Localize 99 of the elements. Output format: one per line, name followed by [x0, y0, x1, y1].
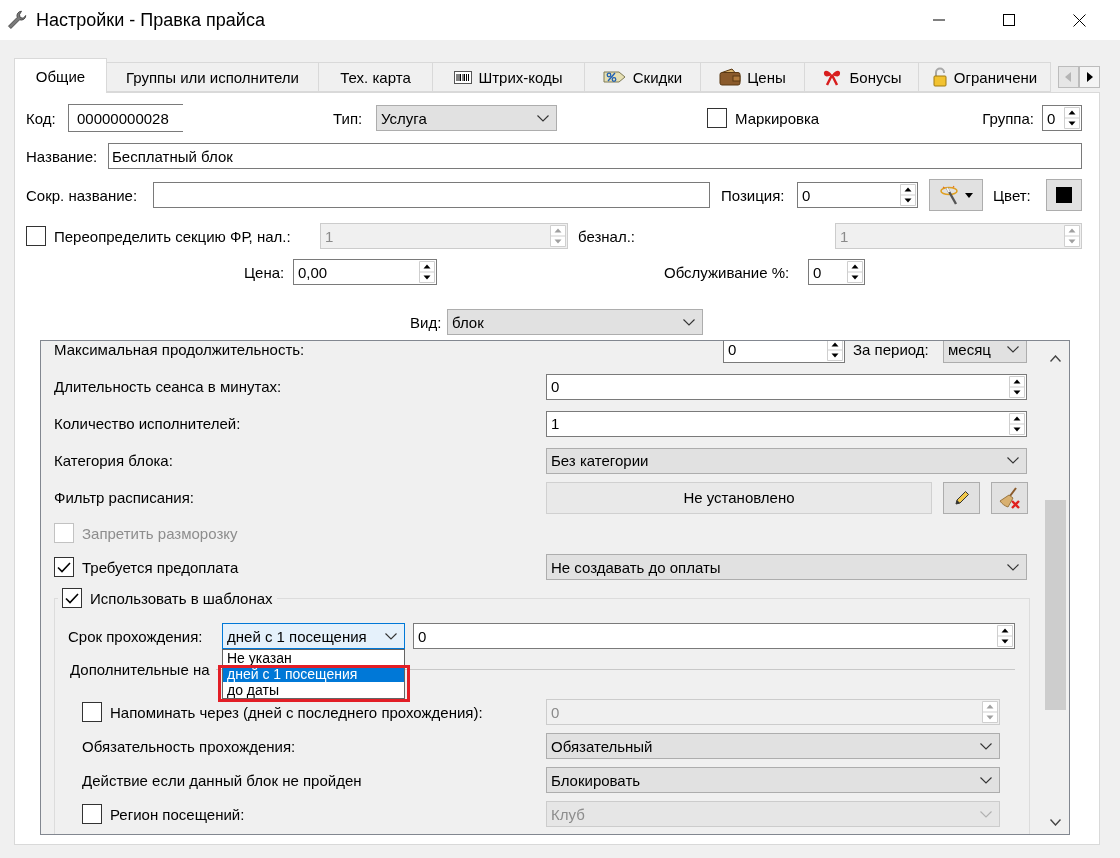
- maximize-icon[interactable]: [1003, 14, 1015, 26]
- chevron-down-icon[interactable]: [1050, 818, 1061, 826]
- tab[interactable]: Штрих-коды: [432, 62, 585, 92]
- chevron-down-icon: [1007, 563, 1019, 571]
- spin-arrows-icon[interactable]: [997, 625, 1013, 647]
- dropdown[interactable]: Услуга: [376, 105, 557, 131]
- broom-cross-icon: [998, 486, 1021, 509]
- dropdown[interactable]: дней с 1 посещения: [222, 623, 405, 649]
- checkbox[interactable]: [54, 557, 74, 577]
- chevron-down-icon: [980, 810, 992, 818]
- padlock-icon: [931, 67, 948, 87]
- dropdown[interactable]: Обязательный: [546, 733, 1000, 759]
- close-icon[interactable]: [1073, 13, 1086, 27]
- dropdown[interactable]: Блокировать: [546, 767, 1000, 793]
- text-field[interactable]: 00000000028: [68, 104, 183, 132]
- chevron-down-icon: [1007, 457, 1019, 464]
- edit-button[interactable]: [943, 481, 980, 514]
- wrench-icon: [7, 10, 27, 30]
- chevron-down-icon: [980, 742, 992, 750]
- tab[interactable]: Бонусы: [804, 62, 919, 92]
- chevron-down-icon: [385, 632, 397, 640]
- scrollbar-thumb[interactable]: [1045, 500, 1066, 710]
- spin-field[interactable]: 0: [1042, 105, 1082, 131]
- color-button[interactable]: [1046, 179, 1082, 211]
- wallet-icon: [719, 68, 742, 86]
- spin-field[interactable]: 0: [546, 373, 1027, 400]
- filter-field[interactable]: Не установлено: [546, 481, 932, 514]
- checkbox-label: Переопределить секцию ФР, нал.:: [54, 227, 292, 245]
- pencil-icon: [952, 488, 971, 507]
- field-label: За период:: [853, 341, 930, 358]
- wand-menu-button[interactable]: [929, 179, 983, 211]
- chevron-down-icon: [683, 318, 695, 326]
- checkbox-label: Маркировка: [735, 109, 820, 127]
- barcode-icon: [454, 70, 473, 84]
- field-label: Группа:: [982, 109, 1034, 127]
- checkbox-label: Использовать в шаблонах: [90, 589, 273, 607]
- section-title: Дополнительные на: [70, 660, 210, 678]
- checkbox-label: Напоминать через (дней с последнего прохождения):: [110, 703, 483, 721]
- field-label: Длительность сеанса в минутах:: [54, 378, 283, 395]
- spin-field[interactable]: 0: [808, 259, 865, 285]
- tab[interactable]: Тех. карта: [318, 62, 433, 92]
- chevron-down-icon: [980, 776, 992, 784]
- field-label: безнал.:: [578, 227, 637, 245]
- field-label: Код:: [26, 109, 57, 127]
- checkmark-icon: [65, 592, 79, 604]
- dropdown[interactable]: блок: [447, 309, 703, 335]
- spin-field[interactable]: 1: [546, 410, 1027, 437]
- field-label: Позиция:: [721, 186, 786, 204]
- tab[interactable]: Группы или исполнители: [106, 62, 319, 92]
- field-label: Сокр. название:: [26, 186, 139, 204]
- field-label: Максимальная продолжительность:: [54, 341, 306, 358]
- clear-button[interactable]: [991, 481, 1028, 514]
- field-label: Вид:: [410, 313, 443, 331]
- field-label: Обязательность прохождения:: [82, 737, 296, 755]
- chevron-down-icon: [1007, 346, 1019, 353]
- tab[interactable]: Общие: [14, 58, 107, 93]
- checkbox-label: Требуется предоплата: [82, 558, 239, 576]
- field-label: Срок прохождения:: [68, 627, 204, 645]
- field-label: Название:: [26, 147, 99, 165]
- checkbox[interactable]: [707, 108, 727, 128]
- spin-arrows-icon[interactable]: [1064, 107, 1080, 129]
- text-field[interactable]: [153, 182, 710, 208]
- triangle-right-icon[interactable]: [1079, 66, 1100, 88]
- field-label: Цена:: [244, 263, 286, 281]
- chevron-up-icon[interactable]: [1050, 354, 1061, 362]
- field-label: Категория блока:: [54, 452, 174, 469]
- checkbox[interactable]: [62, 588, 82, 608]
- text-field[interactable]: Бесплатный блок: [108, 143, 1082, 169]
- spin-field[interactable]: 0: [797, 182, 918, 208]
- spin-field[interactable]: 0: [723, 341, 845, 363]
- tab[interactable]: Ограничени: [918, 62, 1051, 92]
- field-label: Тип:: [333, 109, 364, 127]
- checkmark-icon: [57, 561, 71, 573]
- tab[interactable]: Цены: [700, 62, 805, 92]
- checkbox-label: Запретить разморозку: [82, 524, 238, 542]
- spin-field[interactable]: 0: [413, 623, 1015, 649]
- spin-field[interactable]: 0,00: [293, 259, 437, 285]
- window-title: Настройки - Правка прайса: [36, 9, 265, 31]
- dropdown-option[interactable]: Не указан: [223, 650, 404, 666]
- field-label: Цвет:: [993, 186, 1032, 204]
- caret-icon: [965, 192, 973, 198]
- spin-arrows-icon[interactable]: [900, 184, 916, 206]
- spin-arrows-icon[interactable]: [827, 341, 843, 361]
- field-label: Фильтр расписания:: [54, 489, 196, 506]
- tab[interactable]: Скидки: [584, 62, 701, 92]
- field-label: Действие если данный блок не пройден: [82, 771, 362, 789]
- dropdown-option[interactable]: до даты: [223, 682, 404, 698]
- dropdown[interactable]: месяц: [943, 341, 1027, 363]
- dropdown[interactable]: Без категории: [546, 447, 1027, 474]
- spin-arrows-icon[interactable]: [1009, 412, 1025, 435]
- field-label: Обслуживание %:: [664, 263, 791, 281]
- checkbox-label: Регион посещений:: [110, 805, 245, 823]
- spin-arrows-icon[interactable]: [1009, 375, 1025, 398]
- field-label: Количество исполнителей:: [54, 415, 242, 432]
- spin-arrows-icon[interactable]: [419, 261, 435, 283]
- spin-arrows-icon[interactable]: [847, 261, 863, 283]
- chevron-down-icon: [537, 114, 549, 122]
- dropdown[interactable]: Не создавать до оплаты: [546, 554, 1027, 580]
- percent-tag-icon: [602, 68, 627, 86]
